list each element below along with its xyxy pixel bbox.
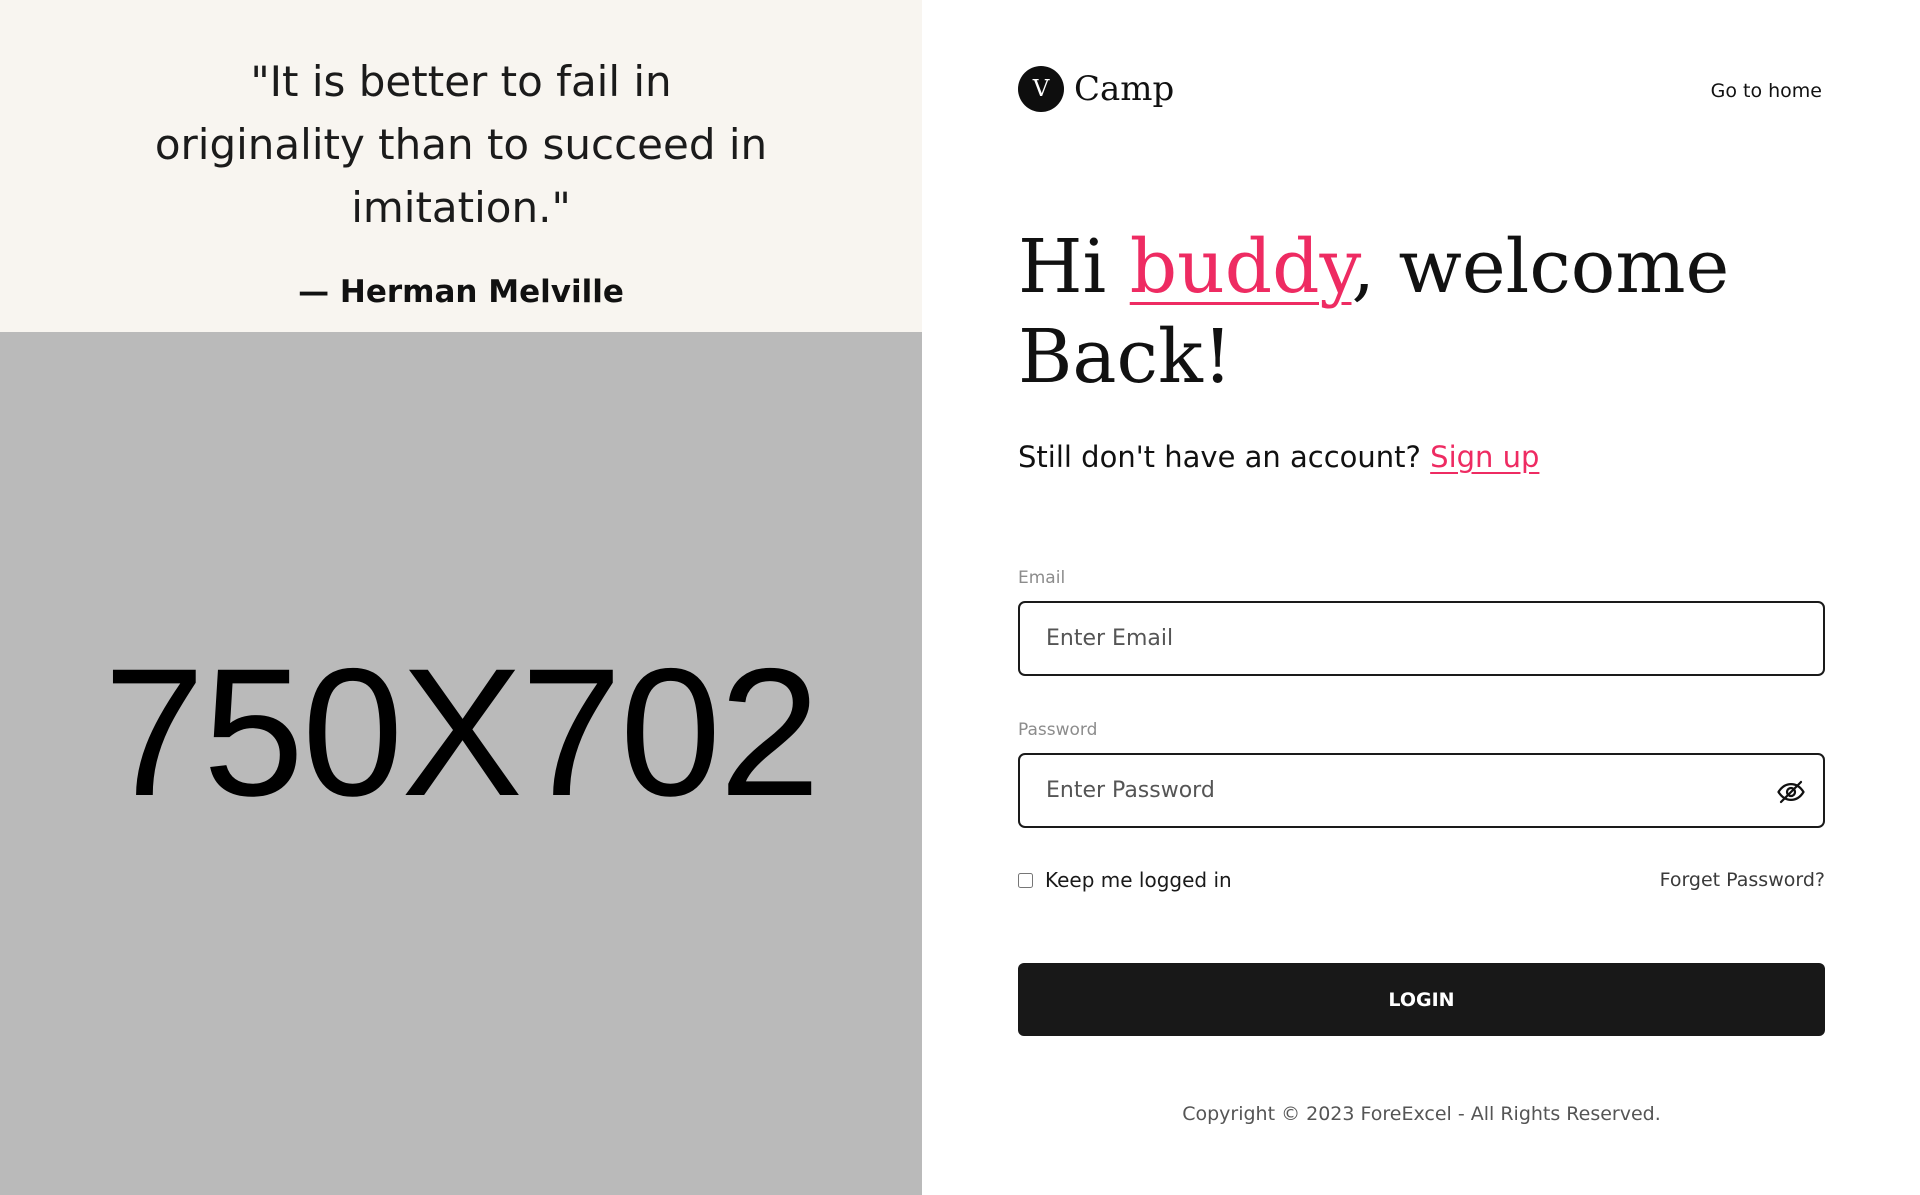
forgot-password-link[interactable]: Forget Password?	[1660, 869, 1825, 891]
signup-prompt: Still don't have an account? Sign up	[1018, 440, 1539, 474]
signup-prompt-text: Still don't have an account?	[1018, 440, 1431, 474]
keep-logged-in-checkbox[interactable]	[1018, 872, 1033, 888]
password-field-wrapper	[1018, 753, 1825, 828]
signup-link[interactable]: Sign up	[1430, 440, 1539, 474]
login-panel: V Camp Go to home Hi buddy, welcome Back…	[922, 0, 1920, 1195]
keep-logged-in-label: Keep me logged in	[1045, 868, 1232, 892]
go-to-home-link[interactable]: Go to home	[1711, 80, 1822, 102]
logo[interactable]: V Camp	[1018, 65, 1174, 113]
eye-slash-icon[interactable]	[1773, 774, 1809, 810]
quote-section: "It is better to fail in originality tha…	[0, 0, 922, 332]
keep-logged-in[interactable]: Keep me logged in	[1018, 868, 1232, 892]
quote-text: "It is better to fail in originality tha…	[154, 57, 768, 232]
logo-text: Camp	[1074, 69, 1175, 109]
email-field[interactable]	[1020, 603, 1823, 674]
password-label: Password	[1018, 720, 1098, 740]
login-button[interactable]: LOGIN	[1018, 963, 1825, 1036]
email-field-wrapper	[1018, 601, 1825, 676]
left-panel: "It is better to fail in originality tha…	[0, 0, 922, 1195]
password-field[interactable]	[1020, 755, 1823, 826]
logo-mark-icon: V	[1018, 66, 1064, 112]
greeting-accent: buddy	[1129, 224, 1352, 310]
placeholder-image-label: 750X702	[103, 630, 821, 834]
copyright-text: Copyright © 2023 ForeExcel - All Rights …	[1182, 1103, 1661, 1125]
quote-author: — Herman Melville	[298, 274, 624, 310]
email-label: Email	[1018, 568, 1066, 588]
welcome-heading: Hi buddy, welcome Back!	[1018, 222, 1778, 402]
placeholder-image: 750X702	[0, 332, 922, 1195]
greeting-prefix: Hi	[1018, 224, 1130, 310]
